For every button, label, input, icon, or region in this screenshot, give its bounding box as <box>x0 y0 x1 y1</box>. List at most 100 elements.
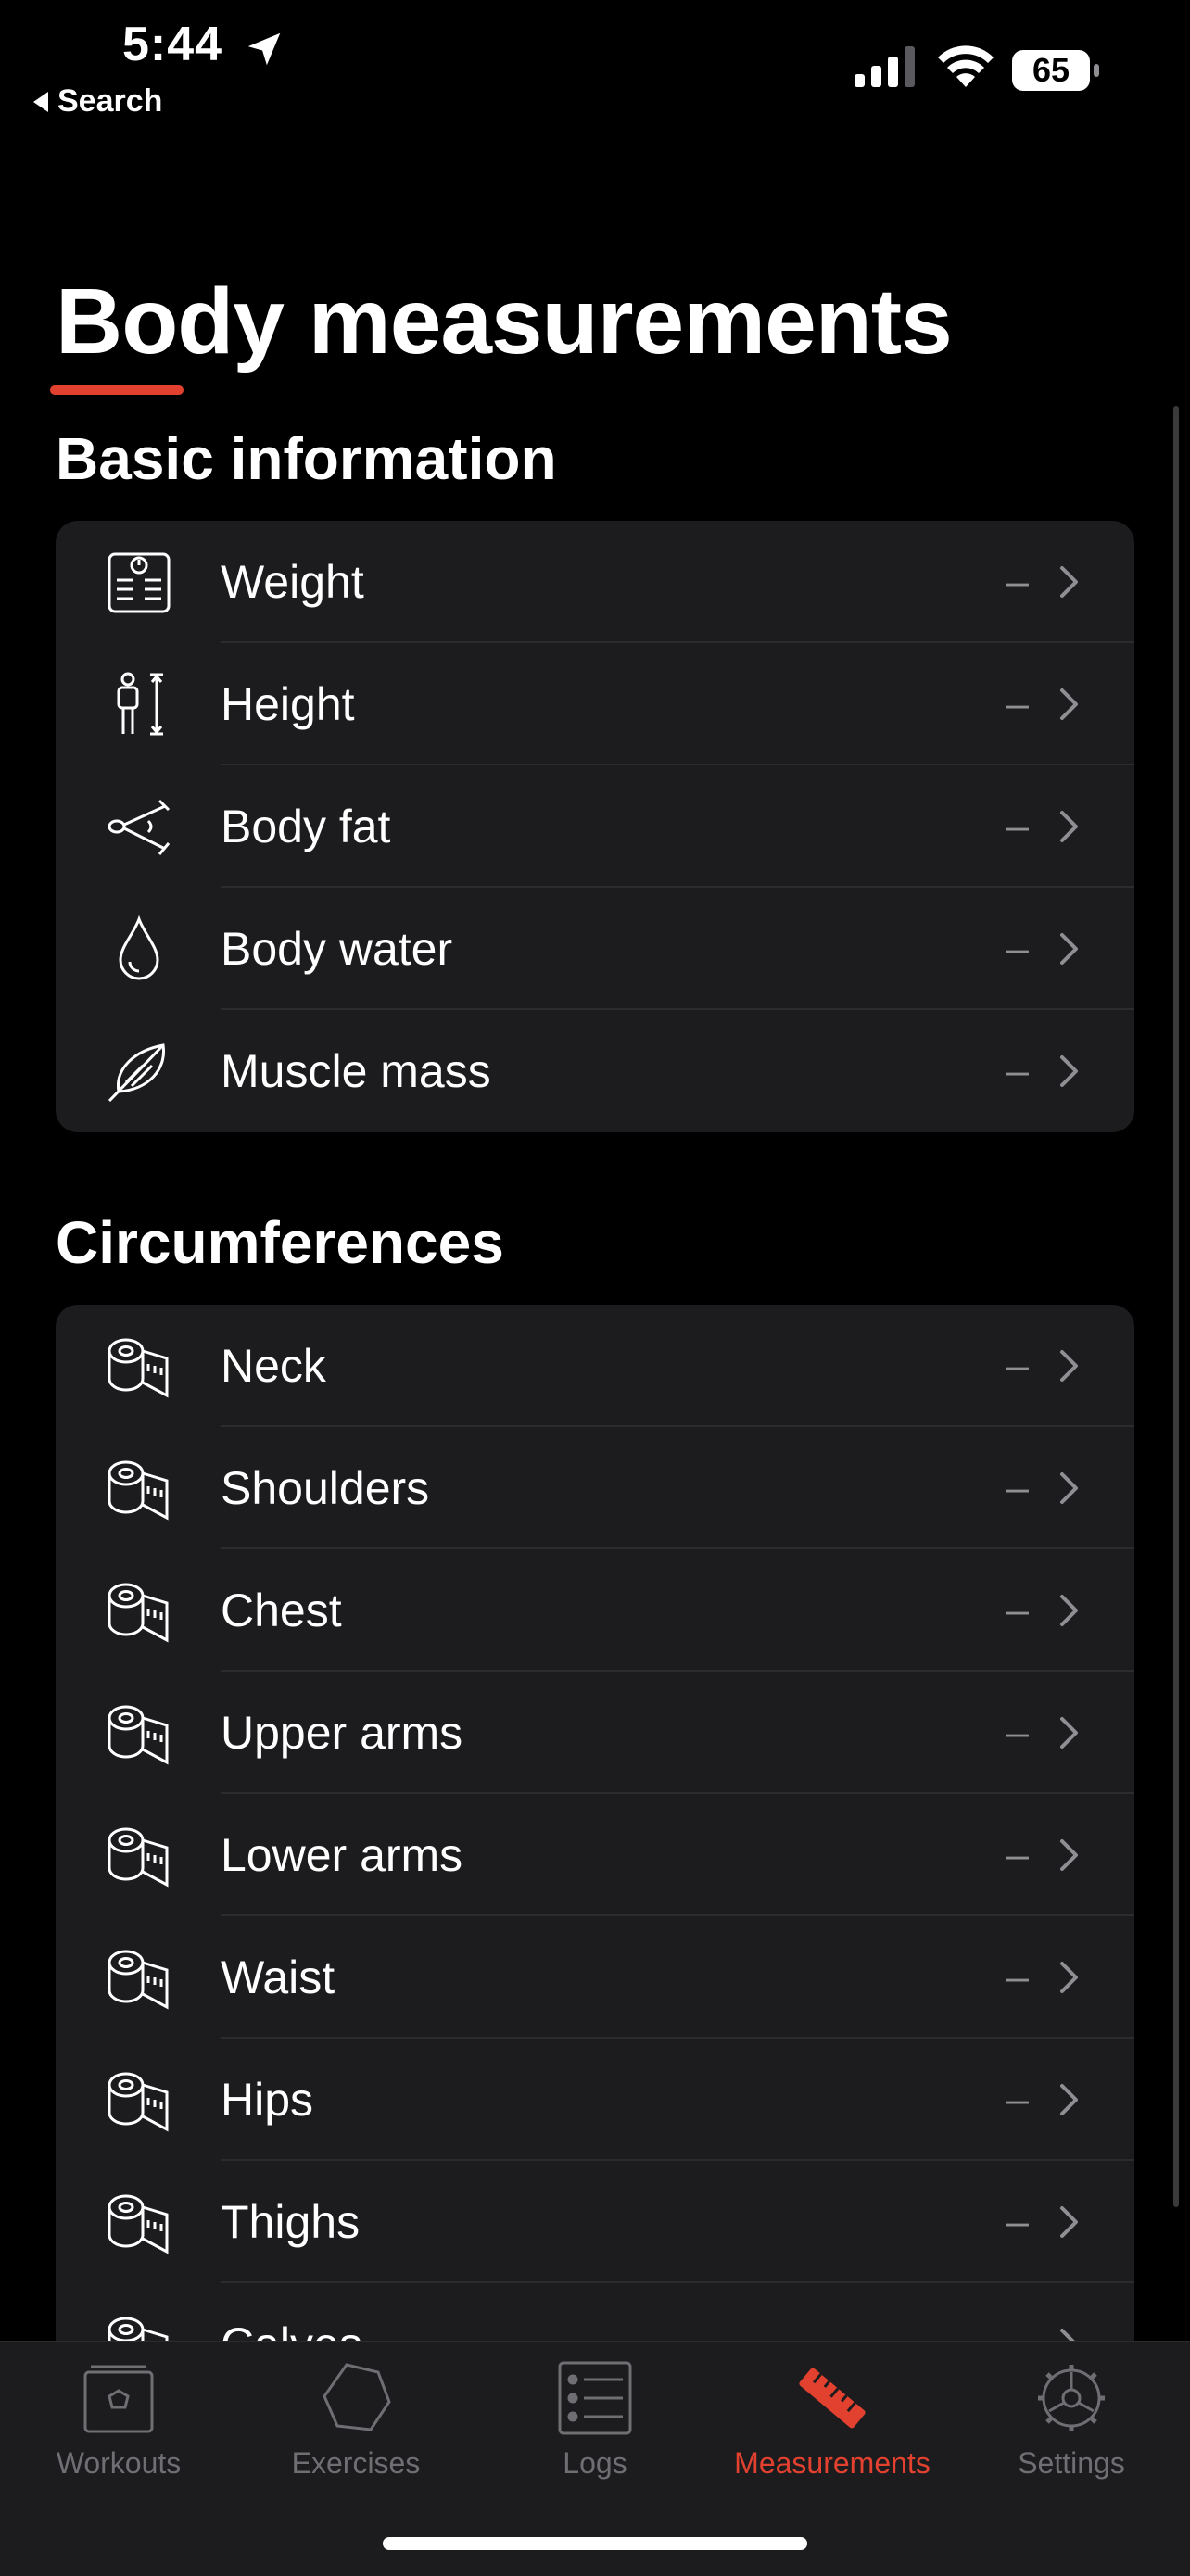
home-indicator <box>383 2537 807 2550</box>
chevron-right-icon <box>1060 1839 1078 1871</box>
tape-measure-icon <box>108 1583 169 1643</box>
tab-label: Workouts <box>56 2446 182 2480</box>
measurement-value: – <box>1006 1048 1029 1093</box>
scrollbar[interactable] <box>1173 406 1179 2207</box>
hexagon-icon <box>323 2363 391 2431</box>
section-title-basic: Basic information <box>56 425 557 492</box>
workouts-icon <box>83 2365 154 2433</box>
tape-measure-icon <box>108 2072 169 2132</box>
measurement-row-calves[interactable]: Calves – <box>56 2283 1134 2341</box>
wifi-icon <box>938 45 994 87</box>
chevron-right-icon <box>1060 933 1078 965</box>
measurement-row-body-water[interactable]: Body water – <box>56 888 1134 1010</box>
measurement-row-upper-arms[interactable]: Upper arms – <box>56 1672 1134 1794</box>
ruler-icon <box>799 2368 866 2429</box>
circumferences-card: Neck – Shoulders – Chest – Upper arms – Lower ar… <box>56 1305 1134 2341</box>
measurement-value: – <box>1006 1343 1029 1388</box>
measurement-row-body-fat[interactable]: Body fat – <box>56 765 1134 888</box>
list-icon <box>558 2361 632 2435</box>
tab-measurements[interactable]: Measurements <box>721 2359 943 2498</box>
back-triangle-icon <box>33 91 48 112</box>
chevron-right-icon <box>1060 1717 1078 1749</box>
measurement-value: – <box>1006 1954 1029 2000</box>
tape-measure-icon <box>108 1338 169 1398</box>
tab-label: Measurements <box>734 2446 930 2480</box>
tape-measure-icon <box>108 1460 169 1521</box>
chevron-right-icon <box>1060 688 1078 720</box>
measurement-value: – <box>1006 1587 1029 1633</box>
measurement-label: Weight <box>221 556 364 608</box>
tab-label: Settings <box>1018 2446 1125 2480</box>
cellular-signal-icon <box>855 46 915 87</box>
measurement-label: Body water <box>221 923 453 975</box>
title-accent-underline <box>50 385 184 395</box>
measurement-label: Neck <box>221 1340 326 1392</box>
measurement-row-muscle-mass[interactable]: Muscle mass – <box>56 1010 1134 1132</box>
gear-icon <box>1038 2365 1105 2431</box>
battery-level: 65 <box>1032 51 1070 89</box>
status-bar: 5:44 Search 65 <box>0 0 1190 130</box>
measurement-label: Waist <box>221 1951 335 2003</box>
measurement-label: Body fat <box>221 801 391 852</box>
measurement-row-chest[interactable]: Chest – <box>56 1549 1134 1672</box>
caliper-icon <box>108 799 171 855</box>
measurement-value: – <box>1006 1832 1029 1877</box>
muscle-icon <box>108 1043 165 1103</box>
water-drop-icon <box>119 915 159 980</box>
tape-measure-icon <box>108 1705 169 1765</box>
measurement-row-height[interactable]: Height – <box>56 643 1134 765</box>
tab-exercises[interactable]: Exercises <box>245 2359 467 2498</box>
section-title-circumferences: Circumferences <box>56 1209 504 1276</box>
tape-measure-icon <box>108 1950 169 2010</box>
tape-measure-icon <box>108 2317 169 2341</box>
measurement-row-hips[interactable]: Hips – <box>56 2039 1134 2161</box>
page-title: Body measurements <box>56 270 953 373</box>
measurement-row-shoulders[interactable]: Shoulders – <box>56 1427 1134 1549</box>
height-icon <box>117 672 163 736</box>
measurement-value: – <box>1006 803 1029 849</box>
status-time: 5:44 <box>122 18 223 71</box>
measurement-value: – <box>1006 2077 1029 2122</box>
tab-logs[interactable]: Logs <box>484 2359 706 2498</box>
basic-info-card: Weight – Height – Body fat – Body water … <box>56 521 1134 1132</box>
back-to-search-link[interactable]: Search <box>33 83 162 120</box>
tab-workouts[interactable]: Workouts <box>7 2359 230 2498</box>
measurement-row-thighs[interactable]: Thighs – <box>56 2161 1134 2283</box>
measurement-label: Shoulders <box>221 1462 430 1514</box>
tab-settings[interactable]: Settings <box>960 2359 1183 2498</box>
chevron-right-icon <box>1060 811 1078 842</box>
measurement-row-waist[interactable]: Waist – <box>56 1916 1134 2039</box>
measurement-label: Muscle mass <box>221 1045 491 1097</box>
chevron-right-icon <box>1060 1055 1078 1087</box>
chevron-right-icon <box>1060 566 1078 598</box>
chevron-right-icon <box>1060 2206 1078 2238</box>
chevron-right-icon <box>1060 1962 1078 1993</box>
measurement-row-lower-arms[interactable]: Lower arms – <box>56 1794 1134 1916</box>
measurement-label: Upper arms <box>221 1707 463 1759</box>
measurement-label: Lower arms <box>221 1829 463 1881</box>
measurement-value: – <box>1006 2321 1029 2341</box>
measurement-label: Thighs <box>221 2196 361 2248</box>
measurement-label: Height <box>221 678 355 730</box>
chevron-right-icon <box>1060 1595 1078 1626</box>
tape-measure-icon <box>108 1827 169 1888</box>
measurement-value: – <box>1006 1710 1029 1755</box>
scale-icon <box>108 552 171 613</box>
measurement-row-weight[interactable]: Weight – <box>56 521 1134 643</box>
chevron-right-icon <box>1060 1350 1078 1382</box>
location-arrow-icon <box>247 32 281 66</box>
measurement-label: Chest <box>221 1585 342 1636</box>
measurement-value: – <box>1006 926 1029 971</box>
back-label: Search <box>57 83 163 119</box>
tab-label: Exercises <box>291 2446 421 2480</box>
measurement-label: Hips <box>221 2074 314 2126</box>
measurement-value: – <box>1006 681 1029 726</box>
chevron-right-icon <box>1060 2329 1075 2341</box>
measurement-value: – <box>1006 559 1029 604</box>
measurement-value: – <box>1006 1465 1029 1510</box>
chevron-right-icon <box>1060 1472 1078 1504</box>
measurement-label: Calves <box>221 2317 362 2341</box>
measurement-value: – <box>1006 2199 1029 2244</box>
chevron-right-icon <box>1060 2084 1078 2115</box>
measurement-row-neck[interactable]: Neck – <box>56 1305 1134 1427</box>
